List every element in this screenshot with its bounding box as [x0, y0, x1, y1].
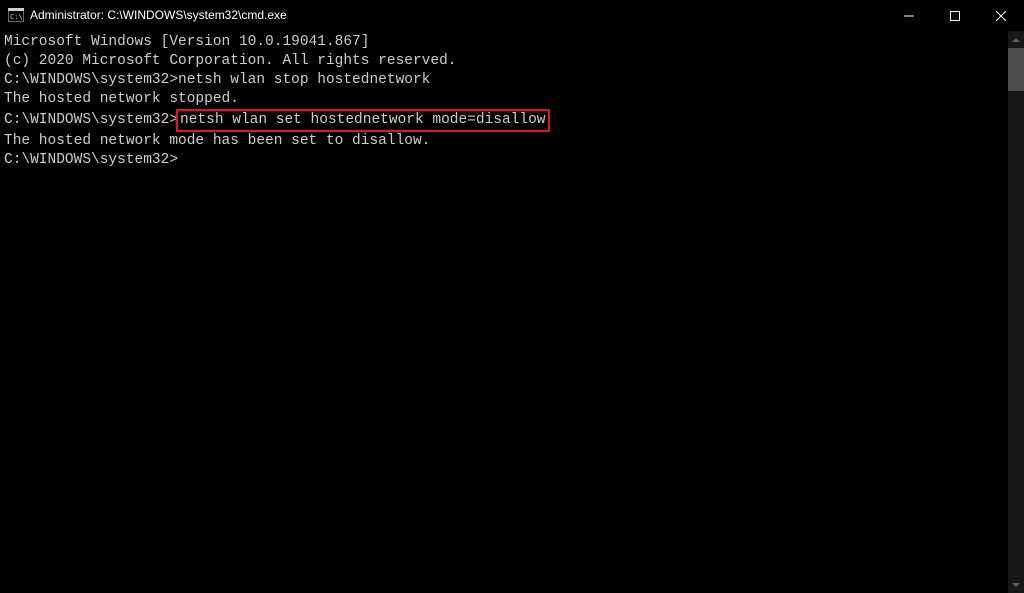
window-controls [886, 0, 1024, 30]
maximize-button[interactable] [932, 0, 978, 31]
terminal-output[interactable]: Microsoft Windows [Version 10.0.19041.86… [0, 31, 1024, 593]
maximize-icon [950, 11, 960, 21]
svg-text:C:\: C:\ [10, 13, 23, 21]
scroll-up-icon[interactable] [1008, 31, 1024, 48]
prompt: C:\WINDOWS\system32> [4, 152, 178, 168]
close-button[interactable] [978, 0, 1024, 31]
highlighted-command: netsh wlan set hostednetwork mode=disall… [176, 109, 549, 132]
titlebar-left: C:\ Administrator: C:\WINDOWS\system32\c… [0, 7, 287, 23]
cmd-icon: C:\ [8, 7, 24, 23]
command-line-2: C:\WINDOWS\system32>netsh wlan set hoste… [4, 109, 1024, 132]
scrollbar-thumb[interactable] [1008, 48, 1024, 91]
output-line-1: The hosted network stopped. [4, 90, 1024, 109]
copyright-line: (c) 2020 Microsoft Corporation. All righ… [4, 52, 1024, 71]
close-icon [996, 11, 1006, 21]
command-line-1: C:\WINDOWS\system32>netsh wlan stop host… [4, 71, 1024, 90]
titlebar[interactable]: C:\ Administrator: C:\WINDOWS\system32\c… [0, 0, 1024, 31]
scroll-down-icon[interactable] [1008, 576, 1024, 593]
output-line-2: The hosted network mode has been set to … [4, 132, 1024, 151]
minimize-icon [904, 11, 914, 21]
prompt: C:\WINDOWS\system32> [4, 72, 178, 88]
prompt: C:\WINDOWS\system32> [4, 112, 178, 128]
command-line-3: C:\WINDOWS\system32> [4, 151, 1024, 170]
window-title: Administrator: C:\WINDOWS\system32\cmd.e… [30, 8, 287, 22]
command-text: netsh wlan set hostednetwork mode=disall… [180, 112, 545, 128]
command-text: netsh wlan stop hostednetwork [178, 72, 430, 88]
minimize-button[interactable] [886, 0, 932, 31]
version-line: Microsoft Windows [Version 10.0.19041.86… [4, 33, 1024, 52]
scrollbar[interactable] [1008, 31, 1024, 593]
cmd-window: C:\ Administrator: C:\WINDOWS\system32\c… [0, 0, 1024, 593]
